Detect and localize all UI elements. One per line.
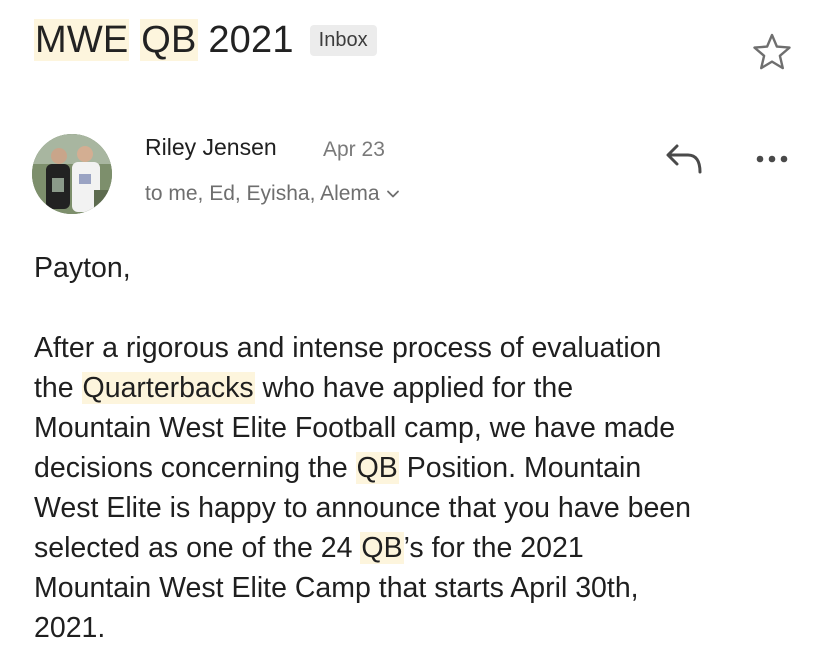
recipients-text: to me, Ed, Eyisha, Alema: [145, 182, 380, 205]
sender-name[interactable]: Riley Jensen: [145, 134, 277, 161]
body-line: Mountain West Elite Camp that starts Apr…: [34, 572, 639, 604]
recipients-toggle[interactable]: to me, Ed, Eyisha, Alema: [145, 182, 400, 206]
subject-word: 2021: [208, 18, 294, 61]
body-text: selected as one of the 24: [34, 532, 361, 564]
more-dots-icon[interactable]: [754, 150, 790, 168]
email-body: Payton, After a rigorous and intense pro…: [34, 248, 804, 648]
email-paragraph: After a rigorous and intense process of …: [34, 328, 804, 648]
body-text: the: [34, 372, 82, 404]
body-line: Mountain West Elite Football camp, we ha…: [34, 412, 675, 444]
body-line: 2021.: [34, 612, 105, 644]
body-text: 2021.: [34, 612, 106, 644]
sender-avatar[interactable]: [32, 134, 112, 214]
star-icon[interactable]: [752, 32, 792, 72]
body-line: After a rigorous and intense process of …: [34, 332, 661, 364]
search-highlight: QB: [355, 452, 399, 484]
inbox-label-badge[interactable]: Inbox: [309, 24, 377, 56]
body-text: decisions concerning the: [34, 452, 356, 484]
body-line: West Elite is happy to announce that you…: [34, 492, 691, 524]
body-text: who have applied for the: [254, 372, 574, 404]
email-date: Apr 23: [323, 138, 385, 161]
subject-word-highlight: MWE: [34, 18, 130, 61]
search-highlight: QB: [360, 532, 404, 564]
search-highlight: Quarterbacks: [81, 372, 255, 404]
body-text: Mountain West Elite Football camp, we ha…: [34, 412, 676, 444]
email-subject: MWE QB 2021 Inbox: [34, 12, 377, 68]
body-line: decisions concerning the QB Position. Mo…: [34, 452, 641, 484]
body-text: West Elite is happy to announce that you…: [34, 492, 692, 524]
avatar-photo: [32, 134, 112, 214]
body-text: ’s for the 2021: [403, 532, 584, 564]
subject-word-highlight: QB: [140, 18, 198, 61]
body-text: Mountain West Elite Camp that starts Apr…: [34, 572, 639, 604]
subject-title: MWE QB 2021: [34, 18, 294, 62]
body-line: the Quarterbacks who have applied for th…: [34, 372, 573, 404]
reply-arrow-icon[interactable]: [664, 142, 704, 176]
body-text: Position. Mountain: [398, 452, 642, 484]
chevron-down-icon: [386, 190, 399, 198]
body-text: After a rigorous and intense process of …: [34, 332, 662, 364]
body-line: selected as one of the 24 QB’s for the 2…: [34, 532, 584, 564]
email-greeting: Payton,: [34, 252, 131, 284]
